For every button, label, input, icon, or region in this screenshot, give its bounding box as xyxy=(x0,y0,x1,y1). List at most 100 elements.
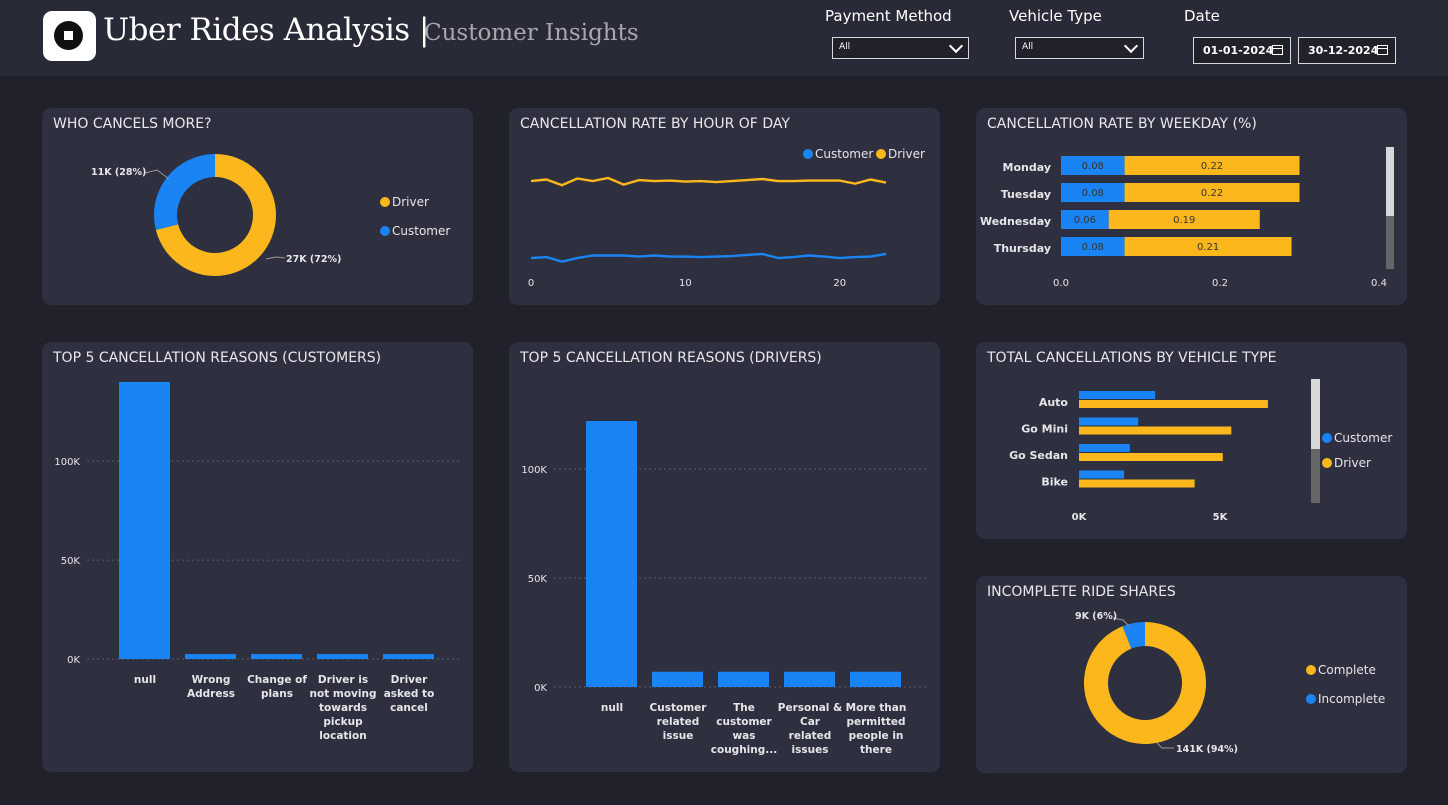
weekday-panel: CANCELLATION RATE BY WEEKDAY (%) Monday 0… xyxy=(976,108,1407,305)
chevron-down-icon xyxy=(1123,38,1139,54)
bar-driver xyxy=(1079,400,1268,408)
legend-customer: Customer xyxy=(392,224,450,238)
y-tick-label: 0K xyxy=(67,655,80,666)
vehicle-type-select[interactable]: All xyxy=(1015,37,1144,59)
payment-method-select[interactable]: All xyxy=(832,37,969,59)
category-label: Wrong xyxy=(192,674,231,686)
legend-driver-marker xyxy=(876,149,886,159)
hourly-chart: 0 10 20 Customer Driver xyxy=(528,147,925,289)
data-label: 0.08 xyxy=(1082,161,1104,172)
end-date-input[interactable]: 30-12-2024 xyxy=(1298,37,1396,64)
category-label: The xyxy=(733,702,755,714)
customer-reasons-chart: 0K 50K 100K null Wrong Address Change of plans D… xyxy=(54,382,460,742)
category-label: coughing... xyxy=(711,744,777,756)
category-label: asked to xyxy=(384,688,435,700)
category-label: people in xyxy=(849,730,904,742)
page-title: Uber Rides Analysis | xyxy=(103,12,430,48)
header-bar: Uber Rides Analysis | Customer Insights … xyxy=(0,0,1448,76)
legend-complete-marker xyxy=(1306,665,1316,675)
start-date-value: 01-01-2024 xyxy=(1203,44,1274,57)
category-label: null xyxy=(134,674,156,686)
x-tick-label: 10 xyxy=(679,278,692,289)
weekday-chart: Monday 0.08 0.22 Tuesday 0.08 0.22 Wednesday 0.… xyxy=(980,147,1394,289)
category-label: Change of xyxy=(247,674,307,686)
category-label: cancel xyxy=(390,702,428,714)
data-label: 0.08 xyxy=(1082,188,1104,199)
bar xyxy=(317,654,368,659)
bar xyxy=(718,671,769,687)
data-label-driver: 27K (72%) xyxy=(286,254,341,265)
x-tick-label: 5K xyxy=(1213,512,1229,523)
leader-line xyxy=(265,256,286,260)
bar xyxy=(652,671,703,687)
bar xyxy=(185,654,236,659)
category-label: Personal & xyxy=(778,702,842,714)
page-subtitle: Customer Insights xyxy=(424,20,639,46)
x-tick-label: 0K xyxy=(1072,512,1088,523)
end-date-value: 30-12-2024 xyxy=(1308,44,1379,57)
x-tick-label: 0 xyxy=(528,278,534,289)
bar xyxy=(119,382,170,659)
data-label-customer: 11K (28%) xyxy=(91,167,146,178)
legend-driver: Driver xyxy=(392,195,429,209)
bar xyxy=(383,654,434,659)
vehicle-type-label: Vehicle Type xyxy=(1009,7,1102,25)
vehicle-panel: TOTAL CANCELLATIONS BY VEHICLE TYPE Auto… xyxy=(976,342,1407,539)
donut-slice-customer xyxy=(154,154,215,230)
category-label: related xyxy=(789,730,832,742)
vehicle-type-value: All xyxy=(1022,42,1034,52)
y-tick-label: 50K xyxy=(61,556,81,567)
legend-driver-marker xyxy=(1322,458,1332,468)
legend-driver-marker xyxy=(380,197,390,207)
bar-customer xyxy=(1079,391,1156,399)
start-date-input[interactable]: 01-01-2024 xyxy=(1193,37,1291,64)
calendar-icon[interactable] xyxy=(1377,45,1388,55)
category-label: Driver xyxy=(391,674,428,686)
category-label: customer xyxy=(716,716,772,728)
data-label: 0.19 xyxy=(1173,215,1195,226)
y-tick-label: 100K xyxy=(521,465,547,476)
category-label: Bike xyxy=(1041,476,1068,489)
legend-customer-marker xyxy=(380,226,390,236)
legend-customer: Customer xyxy=(815,147,873,161)
driver-reasons-panel: TOP 5 CANCELLATION REASONS (DRIVERS) 0K 5… xyxy=(509,342,940,772)
category-label: was xyxy=(732,730,755,742)
x-tick-label: 20 xyxy=(833,278,846,289)
legend-customer-marker xyxy=(1322,433,1332,443)
data-label: 0.22 xyxy=(1201,188,1223,199)
legend-customer: Customer xyxy=(1334,431,1392,445)
data-label: 0.06 xyxy=(1074,215,1096,226)
line-series-customer xyxy=(530,252,887,263)
category-label: null xyxy=(601,702,623,714)
legend-incomplete-marker xyxy=(1306,694,1316,704)
category-label: More than xyxy=(846,702,907,714)
category-label: pickup xyxy=(323,716,363,728)
category-label: issue xyxy=(663,730,694,742)
calendar-icon[interactable] xyxy=(1272,45,1283,55)
category-label: Address xyxy=(187,688,235,700)
legend-incomplete: Incomplete xyxy=(1318,692,1385,706)
bar-customer xyxy=(1079,470,1125,479)
category-label: Go Sedan xyxy=(1009,449,1068,462)
legend-customer-marker xyxy=(803,149,813,159)
payment-method-label: Payment Method xyxy=(825,7,952,25)
data-label: 0.08 xyxy=(1082,242,1104,253)
category-label: Customer xyxy=(650,702,708,714)
category-label: issues xyxy=(792,744,829,756)
category-label: Auto xyxy=(1039,396,1069,409)
category-label: towards xyxy=(319,702,367,714)
category-label: Thursday xyxy=(994,242,1051,255)
customer-reasons-panel: TOP 5 CANCELLATION REASONS (CUSTOMERS) 0… xyxy=(42,342,473,772)
category-label: Go Mini xyxy=(1021,423,1068,436)
y-tick-label: 100K xyxy=(54,457,80,468)
x-tick-label: 0.0 xyxy=(1053,278,1069,289)
bar xyxy=(251,654,302,659)
who-cancels-panel: WHO CANCELS MORE? 27K (72%) 11K (28%) Driv… xyxy=(42,108,473,305)
data-label: 0.22 xyxy=(1201,161,1223,172)
category-label: plans xyxy=(261,688,293,700)
legend-driver: Driver xyxy=(1334,456,1371,470)
category-label: Monday xyxy=(1003,161,1051,174)
bar xyxy=(784,671,835,687)
payment-method-value: All xyxy=(839,42,851,52)
leader-line xyxy=(144,169,170,180)
